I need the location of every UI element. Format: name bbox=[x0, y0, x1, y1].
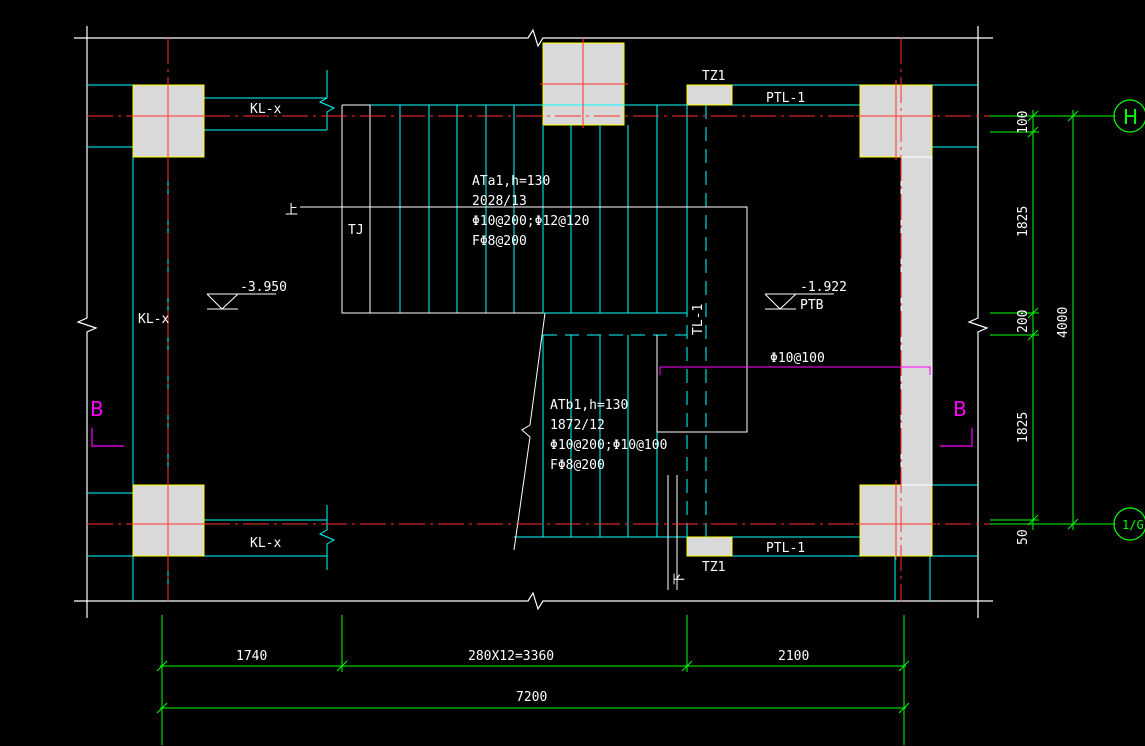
dimension-lines bbox=[156, 110, 1115, 745]
wall-outline bbox=[74, 26, 993, 618]
right-wall bbox=[900, 156, 933, 486]
dim-bottom-2: 280X12=3360 bbox=[468, 649, 554, 664]
stair-lower-steps: 1872/12 bbox=[550, 418, 605, 433]
label-kl-bottom: KL-x bbox=[250, 536, 281, 551]
dim-right-2: 1825 bbox=[1016, 206, 1031, 237]
stair-upper-steps: 2028/13 bbox=[472, 194, 527, 209]
elevation-symbols bbox=[206, 293, 834, 310]
label-kl-top: KL-x bbox=[250, 102, 281, 117]
label-wall-rebar: Φ10@100 bbox=[770, 351, 825, 366]
label-down-mark: 下 bbox=[672, 573, 686, 585]
dim-right-1: 100 bbox=[1016, 111, 1031, 134]
stair-lower-dist: FΦ8@200 bbox=[550, 458, 605, 473]
grid-bubbles bbox=[1113, 99, 1145, 541]
stair-upper-dist: FΦ8@200 bbox=[472, 234, 527, 249]
stair-lower-rebar: Φ10@200;Φ10@100 bbox=[550, 438, 667, 453]
label-tz-bottom: TZ1 bbox=[702, 560, 725, 575]
dim-bottom-1: 1740 bbox=[236, 649, 267, 664]
grid-axis-h: H bbox=[1123, 105, 1138, 129]
dim-right-3: 200 bbox=[1016, 310, 1031, 333]
label-tz-top: TZ1 bbox=[702, 69, 725, 84]
elevation-right-note: PTB bbox=[800, 298, 824, 313]
label-ptl-top: PTL-1 bbox=[766, 91, 805, 106]
section-mark-right: B bbox=[953, 397, 967, 421]
label-tj: TJ bbox=[348, 223, 364, 238]
tz-top bbox=[686, 84, 733, 106]
stair-lower-code: ATb1,h=130 bbox=[550, 398, 628, 413]
label-tl: TL-1 bbox=[691, 304, 706, 335]
label-up: 上 bbox=[285, 203, 298, 218]
stair-upper-rebar: Φ10@200;Φ12@120 bbox=[472, 214, 589, 229]
beams bbox=[87, 70, 978, 601]
label-kl-left: KL-x bbox=[138, 312, 169, 327]
stair-upper-flight bbox=[370, 104, 688, 314]
elevation-right: -1.922 bbox=[800, 280, 847, 295]
stair-lower-flight bbox=[514, 334, 687, 538]
dim-right-4: 1825 bbox=[1016, 412, 1031, 443]
stair-plan-drawing: ATa1,h=130 2028/13 Φ10@200;Φ12@120 FΦ8@2… bbox=[74, 26, 1145, 745]
elevation-left: -3.950 bbox=[240, 280, 287, 295]
dim-right-5: 50 bbox=[1016, 529, 1031, 545]
section-mark-left: B bbox=[90, 397, 104, 421]
stair-upper-code: ATa1,h=130 bbox=[472, 174, 550, 189]
dim-right-total: 4000 bbox=[1056, 307, 1071, 338]
dim-bottom-3: 2100 bbox=[778, 649, 809, 664]
dim-bottom-total: 7200 bbox=[516, 690, 547, 705]
grid-axis-1g: 1/G bbox=[1122, 518, 1144, 532]
section-marks bbox=[91, 428, 973, 447]
label-ptl-bottom: PTL-1 bbox=[766, 541, 805, 556]
tz-bottom bbox=[686, 536, 733, 557]
wall-rebar-line bbox=[659, 366, 931, 375]
